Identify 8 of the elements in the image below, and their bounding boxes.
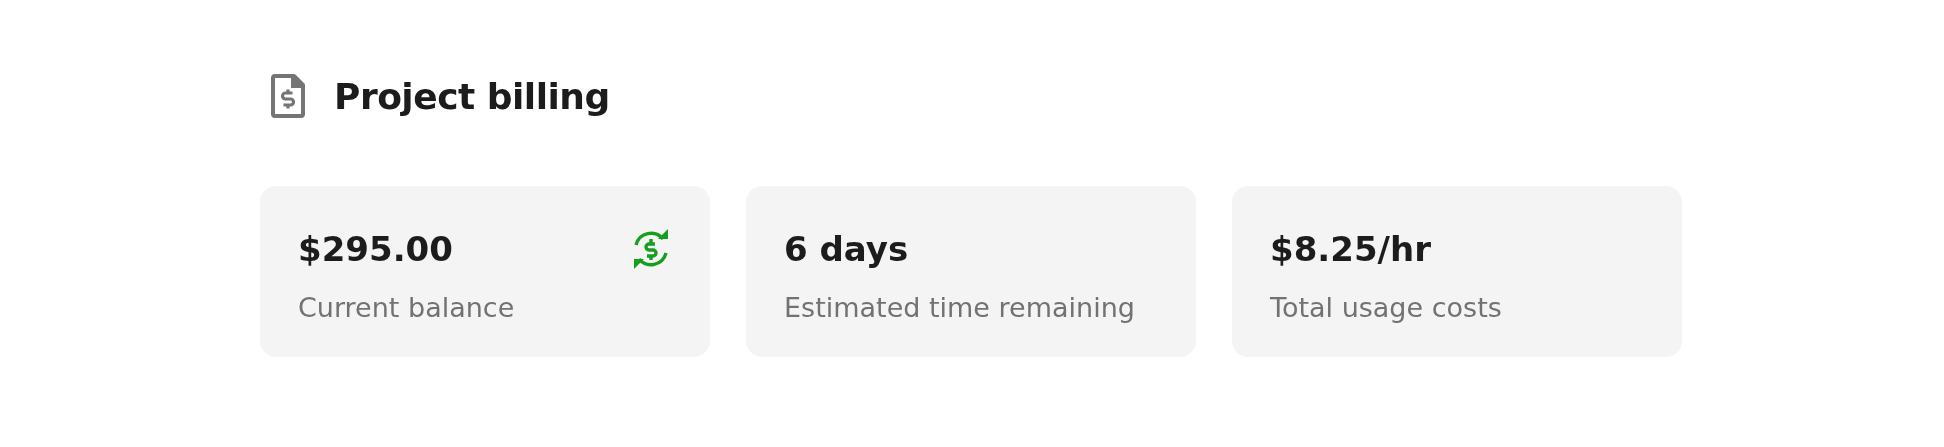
page-title: Project billing	[334, 75, 610, 117]
stat-label: Estimated time remaining	[784, 292, 1135, 323]
stat-label: Current balance	[298, 292, 515, 323]
stat-value: $295.00	[298, 229, 453, 269]
stat-value: $8.25/hr	[1270, 229, 1431, 269]
stat-label: Total usage costs	[1270, 292, 1502, 323]
stat-value: 6 days	[784, 229, 909, 269]
invoice-icon	[270, 73, 306, 119]
